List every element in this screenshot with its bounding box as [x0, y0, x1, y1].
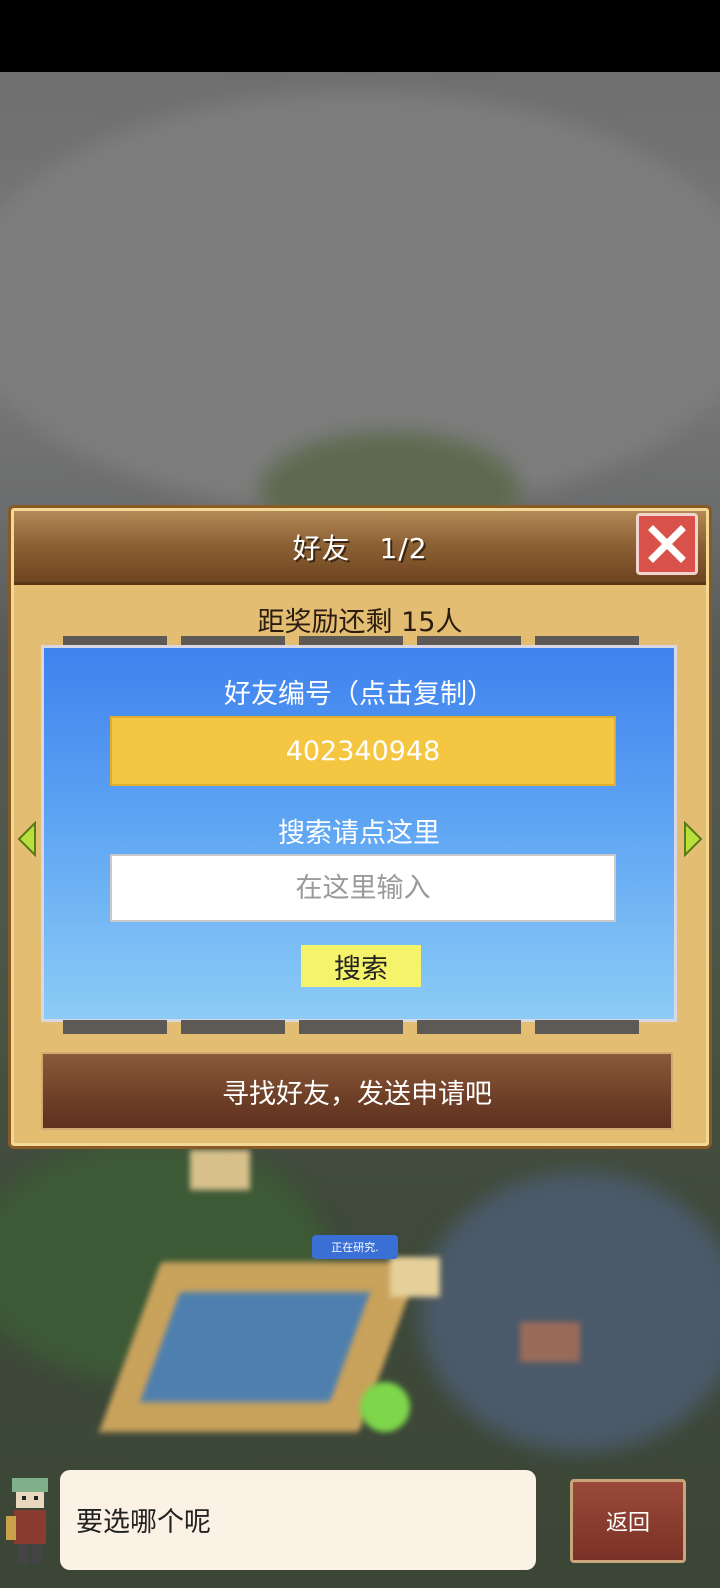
dialog-title: 好友 1/2: [292, 532, 428, 565]
arrow-left-icon: [17, 820, 36, 858]
research-status-badge: 正在研究.: [312, 1235, 398, 1259]
status-bar: [0, 0, 720, 72]
friend-id-label: 好友编号（点击复制）: [224, 679, 494, 710]
friend-id-copy-box[interactable]: 402340948: [110, 716, 616, 786]
arrow-right-icon: [684, 820, 703, 858]
speech-bubble: 要选哪个呢: [60, 1470, 536, 1570]
reward-progress-text: 距奖励还剩 15人: [257, 607, 463, 638]
character-avatar: [6, 1478, 48, 1564]
close-icon: [648, 525, 686, 563]
search-label: 搜索请点这里: [278, 818, 440, 849]
find-friends-button[interactable]: 寻找好友，发送申请吧: [41, 1052, 673, 1130]
search-input[interactable]: [110, 854, 616, 922]
page-tab[interactable]: [63, 1020, 167, 1034]
prev-page-button[interactable]: [17, 820, 37, 861]
next-page-button[interactable]: [683, 820, 703, 861]
page-tab[interactable]: [181, 1020, 285, 1034]
page-tab[interactable]: [417, 1020, 521, 1034]
dialog-header: 好友 1/2: [14, 511, 706, 585]
close-button[interactable]: [636, 513, 698, 575]
page-tab[interactable]: [535, 1020, 639, 1034]
speech-text: 要选哪个呢: [76, 1507, 211, 1538]
page-tab[interactable]: [299, 1020, 403, 1034]
search-button[interactable]: 搜索: [301, 945, 421, 987]
back-button[interactable]: 返回: [570, 1479, 686, 1563]
friend-search-panel: 好友编号（点击复制） 402340948 搜索请点这里 搜索: [41, 645, 677, 1022]
friends-dialog: 好友 1/2 距奖励还剩 15人 好友编号（点击复制） 402340948 搜索…: [8, 505, 712, 1149]
